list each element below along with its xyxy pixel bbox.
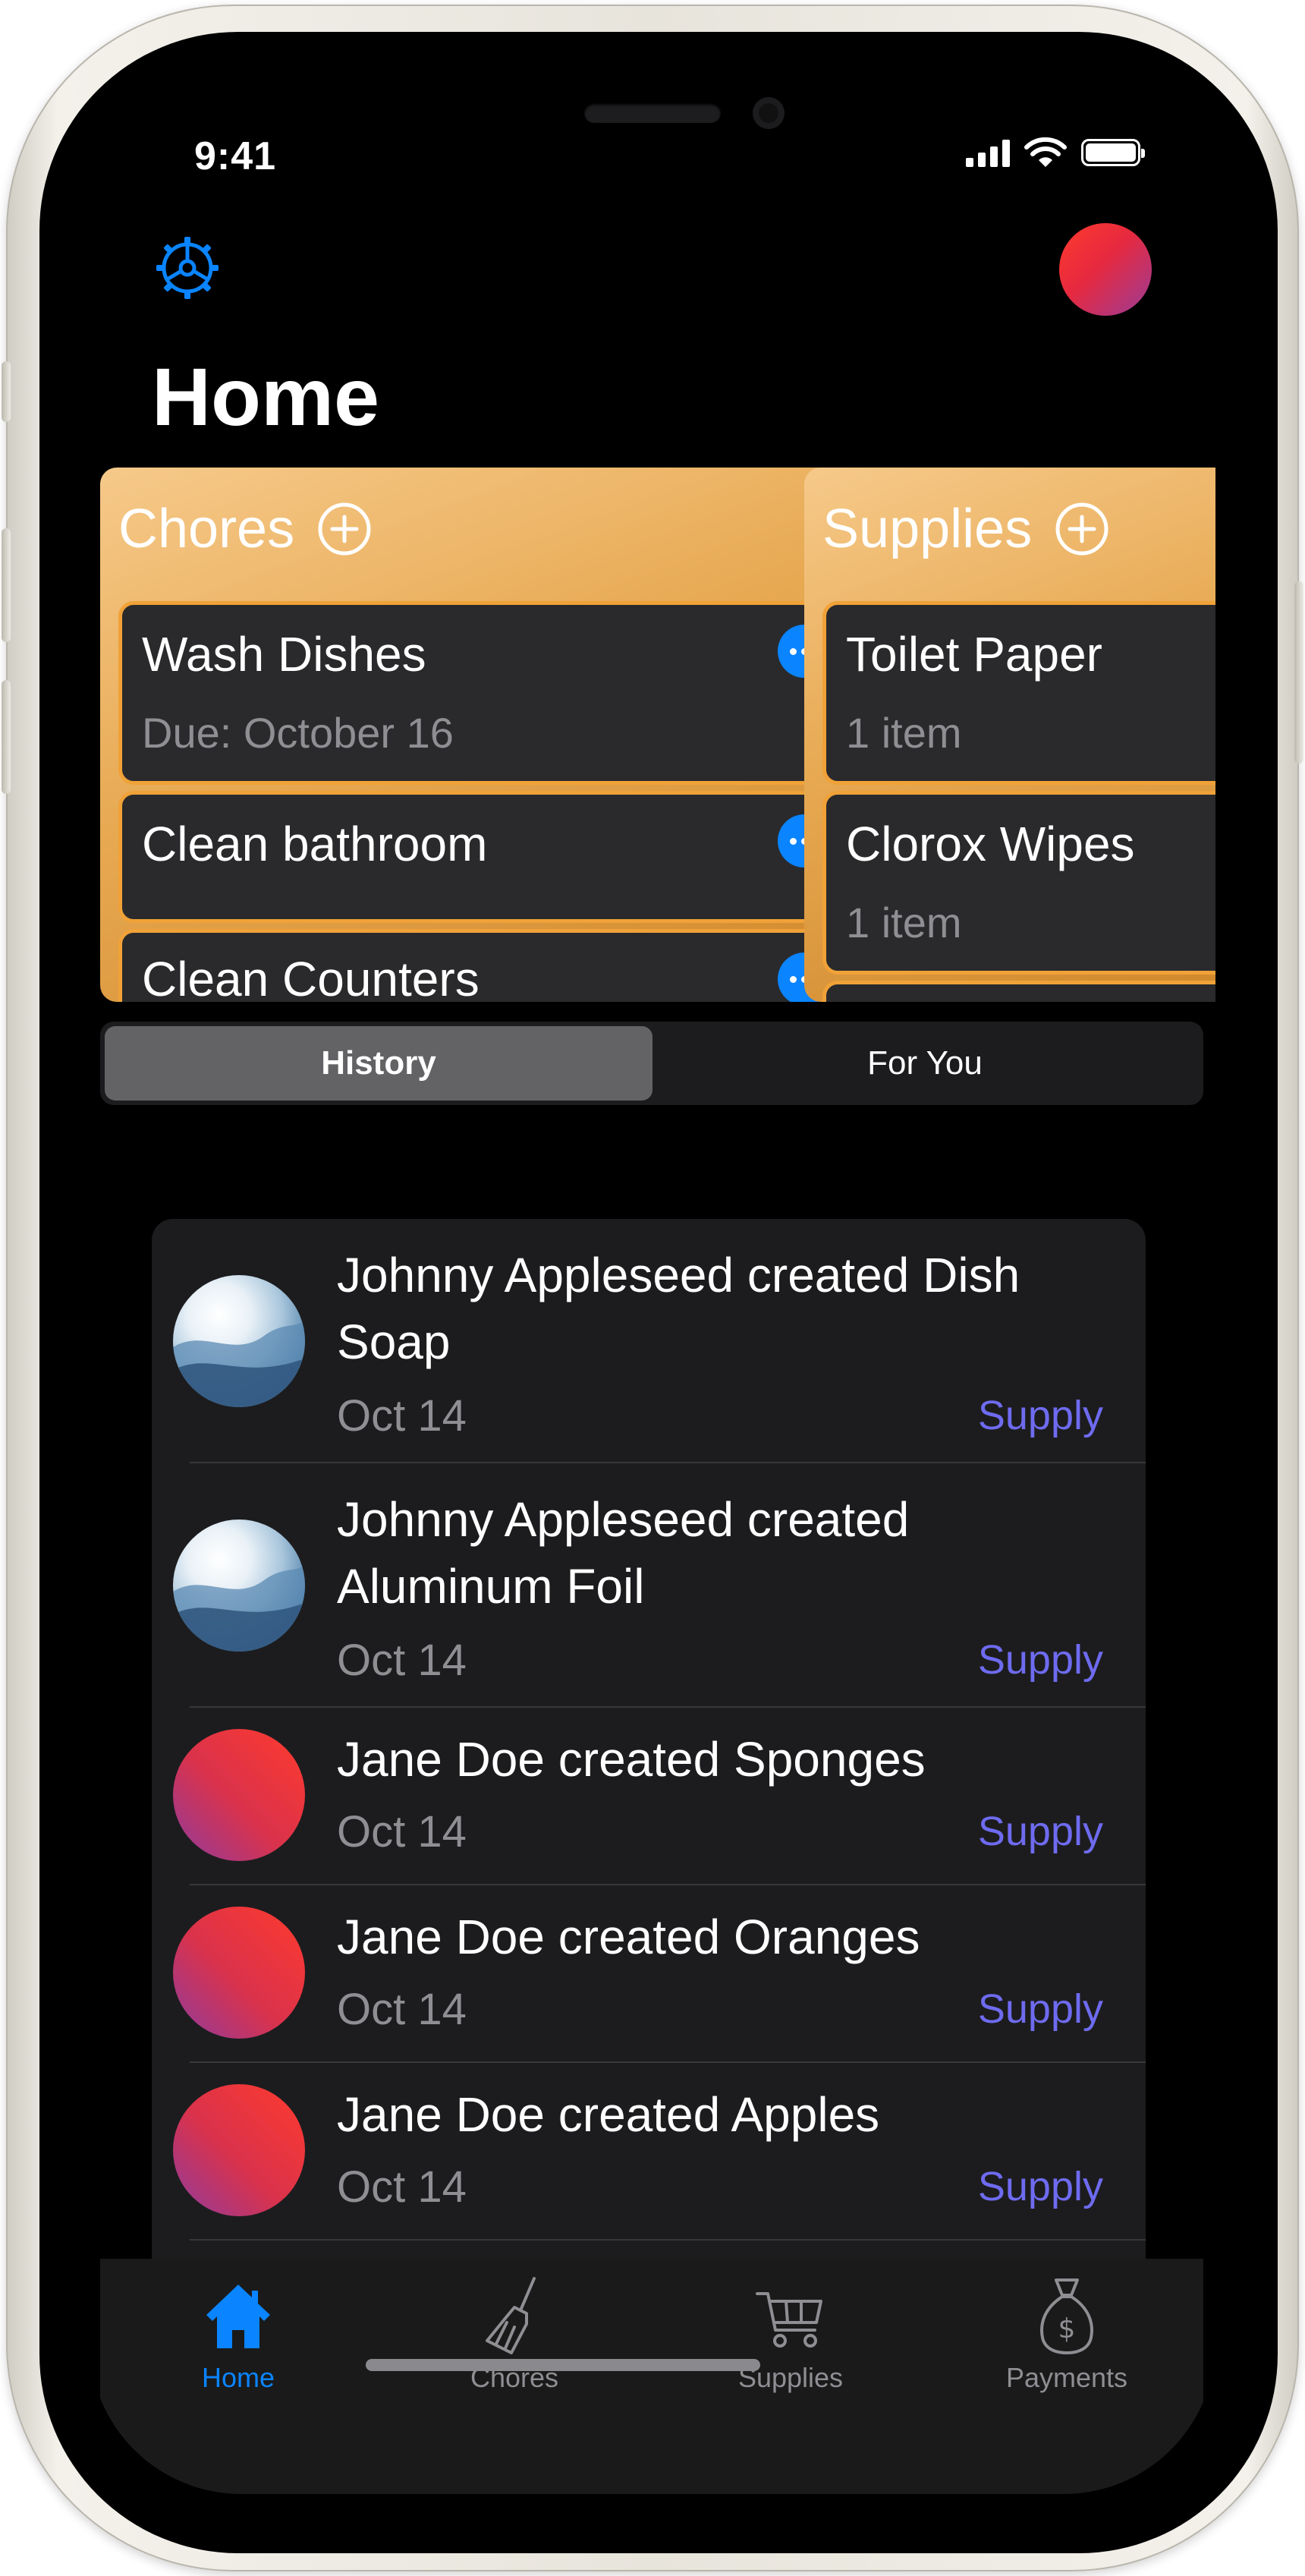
volume-up-button <box>2 528 11 642</box>
chore-item-name: Clean Counters <box>142 952 480 1002</box>
history-row-date: Oct 14 <box>337 1807 467 1856</box>
house-icon <box>206 2285 270 2348</box>
supply-item[interactable]: Toilet Paper 1 item <box>822 601 1215 785</box>
history-row-tag[interactable]: Supply <box>978 1392 1103 1439</box>
chore-item-due: Due: October 16 <box>142 709 454 757</box>
silent-switch <box>2 361 11 422</box>
tab-payments-label: Payments <box>1005 2362 1128 2393</box>
tab-home[interactable]: Home <box>100 2274 376 2394</box>
front-camera <box>753 97 785 129</box>
history-row[interactable]: Jane Doe created Sponges Oct 14 Supply <box>152 1708 1146 1885</box>
wifi-icon <box>1024 137 1067 167</box>
settings-gear-icon[interactable] <box>153 234 222 302</box>
status-icons <box>966 137 1145 168</box>
supply-item-count: 1 item <box>846 899 962 946</box>
supply-item[interactable] <box>822 981 1215 1002</box>
history-row-title: Jane Doe created Apples <box>337 2087 880 2142</box>
add-supply-icon[interactable] <box>1055 502 1109 556</box>
home-indicator[interactable] <box>366 2359 760 2371</box>
tab-chores[interactable]: Chores <box>376 2274 652 2394</box>
history-row-tag[interactable]: Supply <box>978 1808 1103 1855</box>
battery-icon <box>1081 139 1145 166</box>
chores-card-title: Chores <box>118 499 295 559</box>
user-avatar <box>173 1729 305 1861</box>
volume-down-button <box>2 680 11 794</box>
chore-item[interactable]: Clean Counters <box>118 929 851 1002</box>
add-chore-icon[interactable] <box>317 502 372 556</box>
user-avatar-photo <box>173 1519 305 1652</box>
history-row-title: Johnny Appleseed created Dish Soap <box>337 1248 1020 1369</box>
history-row-date: Oct 14 <box>337 1391 467 1441</box>
profile-avatar[interactable] <box>1059 223 1152 316</box>
segment-history[interactable]: History <box>105 1026 652 1101</box>
cart-icon <box>756 2292 822 2348</box>
supply-item-name: Toilet Paper <box>846 627 1102 682</box>
chore-item-name: Wash Dishes <box>142 627 426 682</box>
history-row-tag[interactable]: Supply <box>978 1986 1103 2033</box>
tab-home-label: Home <box>201 2362 275 2393</box>
money-bag-icon: $ <box>1040 2278 1093 2354</box>
earpiece-speaker <box>584 103 721 123</box>
svg-text:$: $ <box>1058 2313 1076 2345</box>
tab-bar: Home Chores Supplies $ Payments <box>100 2259 1203 2494</box>
tab-payments[interactable]: $ Payments <box>929 2274 1205 2394</box>
row-separator <box>190 2239 1146 2241</box>
history-row-date: Oct 14 <box>337 2162 467 2212</box>
segment-for-you[interactable]: For You <box>651 1026 1199 1101</box>
supply-item-count: 1 item <box>846 709 962 757</box>
user-avatar <box>173 2084 305 2216</box>
chores-card[interactable]: Chores Wash Dishes Due: October 16 Clean… <box>100 468 869 1002</box>
history-row-date: Oct 14 <box>337 1636 467 1685</box>
power-button <box>1294 581 1303 764</box>
page-title: Home <box>152 351 380 442</box>
supply-item[interactable]: Clorox Wipes 1 item <box>822 791 1215 975</box>
history-row-title: Jane Doe created Sponges <box>337 1732 926 1787</box>
supplies-card[interactable]: Supplies Toilet Paper 1 item Clorox Wipe… <box>804 468 1215 1002</box>
history-row[interactable]: Johnny Appleseed created Aluminum Foil O… <box>152 1463 1146 1708</box>
chores-card-header: Chores <box>118 498 372 560</box>
user-avatar-photo <box>173 1275 305 1407</box>
history-row[interactable]: Johnny Appleseed created Dish Soap Oct 1… <box>152 1219 1146 1463</box>
history-row-title: Johnny Appleseed created Aluminum Foil <box>337 1492 910 1614</box>
user-avatar <box>173 1907 305 2039</box>
history-row[interactable]: Jane Doe created Apples Oct 14 Supply <box>152 2063 1146 2241</box>
history-foryou-segmented-control: History For You <box>100 1022 1203 1105</box>
broom-icon <box>486 2277 536 2354</box>
status-time: 9:41 <box>194 134 277 178</box>
cellular-signal-icon <box>966 138 1010 167</box>
history-row[interactable]: Jane Doe created Oranges Oct 14 Supply <box>152 1885 1146 2063</box>
chore-item[interactable]: Clean bathroom <box>118 791 851 923</box>
chore-item-name: Clean bathroom <box>142 817 488 871</box>
history-row-tag[interactable]: Supply <box>978 2163 1103 2210</box>
history-row-title: Jane Doe created Oranges <box>337 1910 920 1964</box>
chore-item[interactable]: Wash Dishes Due: October 16 <box>118 601 851 785</box>
supply-item-name: Clorox Wipes <box>846 817 1135 871</box>
history-list: Johnny Appleseed created Dish Soap Oct 1… <box>152 1219 1146 2297</box>
tab-supplies[interactable]: Supplies <box>652 2274 929 2394</box>
supplies-card-header: Supplies <box>822 498 1109 560</box>
supplies-card-title: Supplies <box>822 499 1033 559</box>
history-row-date: Oct 14 <box>337 1985 467 2034</box>
history-row-tag[interactable]: Supply <box>978 1636 1103 1683</box>
app-screen: 9:41 Home Chores Wash Dishes Due: Octobe… <box>90 83 1215 2494</box>
